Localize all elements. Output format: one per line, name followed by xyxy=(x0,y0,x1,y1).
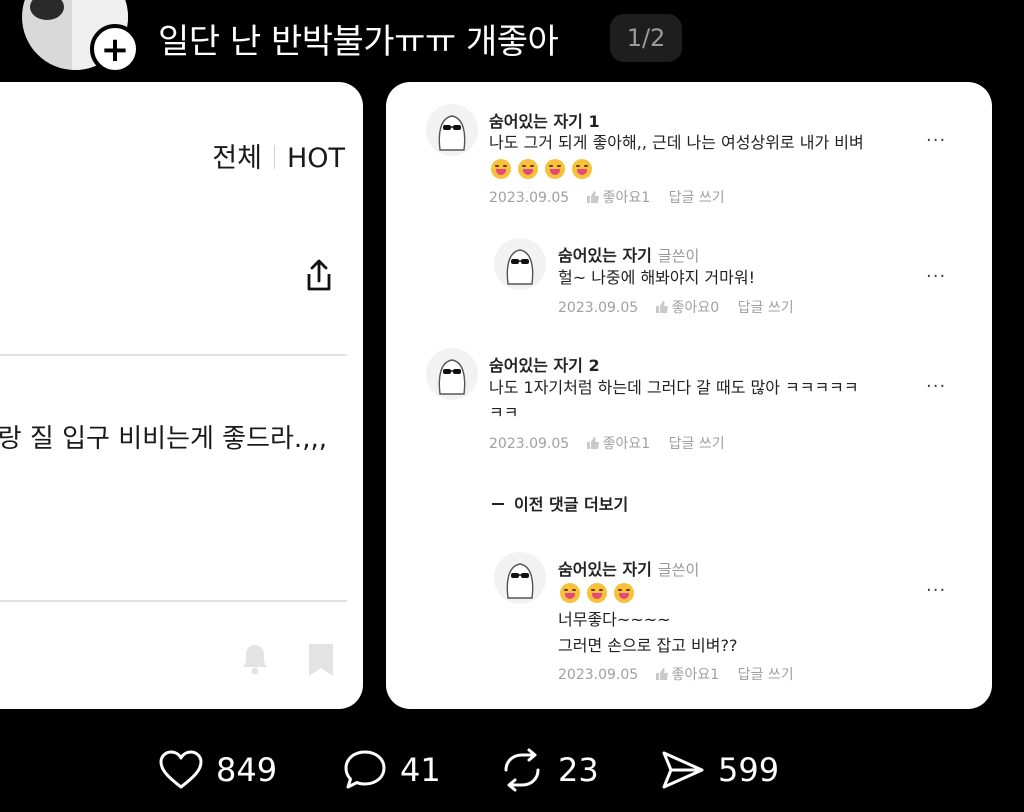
laughing-emoji-icon xyxy=(545,159,565,179)
tab-all[interactable]: 전체 xyxy=(212,143,262,174)
comment-author[interactable]: 숨어있는 자기 1 xyxy=(489,108,600,132)
repost-icon xyxy=(504,748,540,792)
like-button[interactable]: 좋아요1 xyxy=(586,190,650,206)
comment-date: 2023.09.05 xyxy=(558,300,639,316)
repost-action[interactable]: 23 xyxy=(498,748,599,792)
comment-author[interactable]: 숨어있는 자기 2 xyxy=(489,352,600,376)
image-card-comments[interactable]: 숨어있는 자기 1 나도 그거 되게 좋아해,, 근데 나는 여성상위로 내가 … xyxy=(386,82,992,709)
image-pager: 1/2 xyxy=(610,14,682,62)
like-button[interactable]: 좋아요1 xyxy=(586,436,650,452)
reply-button[interactable]: 답글 쓰기 xyxy=(738,667,794,683)
like-button[interactable]: 좋아요0 xyxy=(655,300,719,316)
comment-text: ㅋㅋ xyxy=(489,403,519,422)
laughing-emoji-icon xyxy=(614,583,634,603)
comment-meta: 2023.09.05 좋아요0 답글 쓰기 xyxy=(558,297,794,317)
laughing-emoji-icon xyxy=(572,159,592,179)
laughing-emoji-icon xyxy=(560,583,580,603)
laughing-emoji-icons xyxy=(491,159,599,183)
minus-icon xyxy=(492,503,504,505)
comment-text: 헐~ 나중에 해봐야지 거마워! xyxy=(558,268,755,287)
share-icon[interactable] xyxy=(299,256,339,296)
post-title: 일단 난 반박불가ㅠㅠ 개좋아 xyxy=(158,22,559,62)
repost-count: 23 xyxy=(558,751,599,789)
post-body-text: 랑 질 입구 비비는게 좋드라.,,, xyxy=(0,424,327,454)
comment-text: 나도 1자기처럼 하는데 그러다 갈 때도 많아 ㅋㅋㅋㅋㅋ xyxy=(489,378,859,397)
author-badge: 글쓴이 xyxy=(657,247,700,265)
comment-date: 2023.09.05 xyxy=(489,190,570,206)
divider xyxy=(0,354,347,356)
bookmark-icon[interactable] xyxy=(305,642,337,678)
send-icon xyxy=(662,751,704,789)
laughing-emoji-icon xyxy=(491,159,511,179)
thumbs-up-icon xyxy=(655,301,668,313)
penguin-avatar-icon xyxy=(426,348,478,400)
tab-divider xyxy=(273,145,275,169)
plus-icon: + xyxy=(100,30,130,70)
more-options-icon[interactable]: ··· xyxy=(926,580,946,601)
thumbs-up-icon xyxy=(586,191,599,203)
laughing-emoji-icon xyxy=(587,583,607,603)
like-action[interactable]: 849 xyxy=(158,748,277,792)
more-options-icon[interactable]: ··· xyxy=(926,130,946,151)
laughing-emoji-icons xyxy=(560,583,641,607)
like-button[interactable]: 좋아요1 xyxy=(655,667,719,683)
divider xyxy=(0,600,347,602)
follow-button[interactable]: + xyxy=(90,24,140,74)
comment-author[interactable]: 숨어있는 자기 글쓴이 xyxy=(558,556,699,580)
author-badge: 글쓴이 xyxy=(657,561,700,579)
sort-tabs: 전체 HOT xyxy=(212,136,345,175)
share-count: 599 xyxy=(718,751,780,789)
comment-date: 2023.09.05 xyxy=(489,436,570,452)
thumbs-up-icon xyxy=(586,437,599,449)
load-previous-comments-button[interactable]: 이전 댓글 더보기 xyxy=(492,491,628,515)
penguin-avatar-icon xyxy=(426,104,478,156)
comment-count: 41 xyxy=(400,751,441,789)
comment-action[interactable]: 41 xyxy=(342,748,441,792)
like-count: 849 xyxy=(216,751,278,789)
send-action[interactable]: 599 xyxy=(660,748,779,792)
comment-author[interactable]: 숨어있는 자기 글쓴이 xyxy=(558,242,699,266)
tab-hot[interactable]: HOT xyxy=(287,143,345,174)
penguin-avatar-icon xyxy=(494,552,546,604)
more-options-icon[interactable]: ··· xyxy=(926,376,946,397)
laughing-emoji-icon xyxy=(518,159,538,179)
more-options-icon[interactable]: ··· xyxy=(926,266,946,287)
thumbs-up-icon xyxy=(655,668,668,680)
reply-button[interactable]: 답글 쓰기 xyxy=(669,436,725,452)
comment-text: 너무좋다~~~~ xyxy=(558,610,671,629)
comment-meta: 2023.09.05 좋아요1 답글 쓰기 xyxy=(558,664,794,684)
reply-button[interactable]: 답글 쓰기 xyxy=(738,300,794,316)
comment-meta: 2023.09.05 좋아요1 답글 쓰기 xyxy=(489,433,725,453)
reply-button[interactable]: 답글 쓰기 xyxy=(669,190,725,206)
comment-date: 2023.09.05 xyxy=(558,667,639,683)
bell-icon[interactable] xyxy=(235,638,275,678)
comment-meta: 2023.09.05 좋아요1 답글 쓰기 xyxy=(489,187,725,207)
comment-text: 그러면 손으로 잡고 비벼?? xyxy=(558,636,738,655)
heart-icon xyxy=(159,750,203,789)
image-card-previous[interactable]: 전체 HOT 랑 질 입구 비비는게 좋드라.,,, xyxy=(0,82,363,709)
comment-icon xyxy=(344,750,386,789)
comment-text: 나도 그거 되게 좋아해,, 근데 나는 여성상위로 내가 비벼 xyxy=(489,133,864,152)
penguin-avatar-icon xyxy=(494,238,546,290)
